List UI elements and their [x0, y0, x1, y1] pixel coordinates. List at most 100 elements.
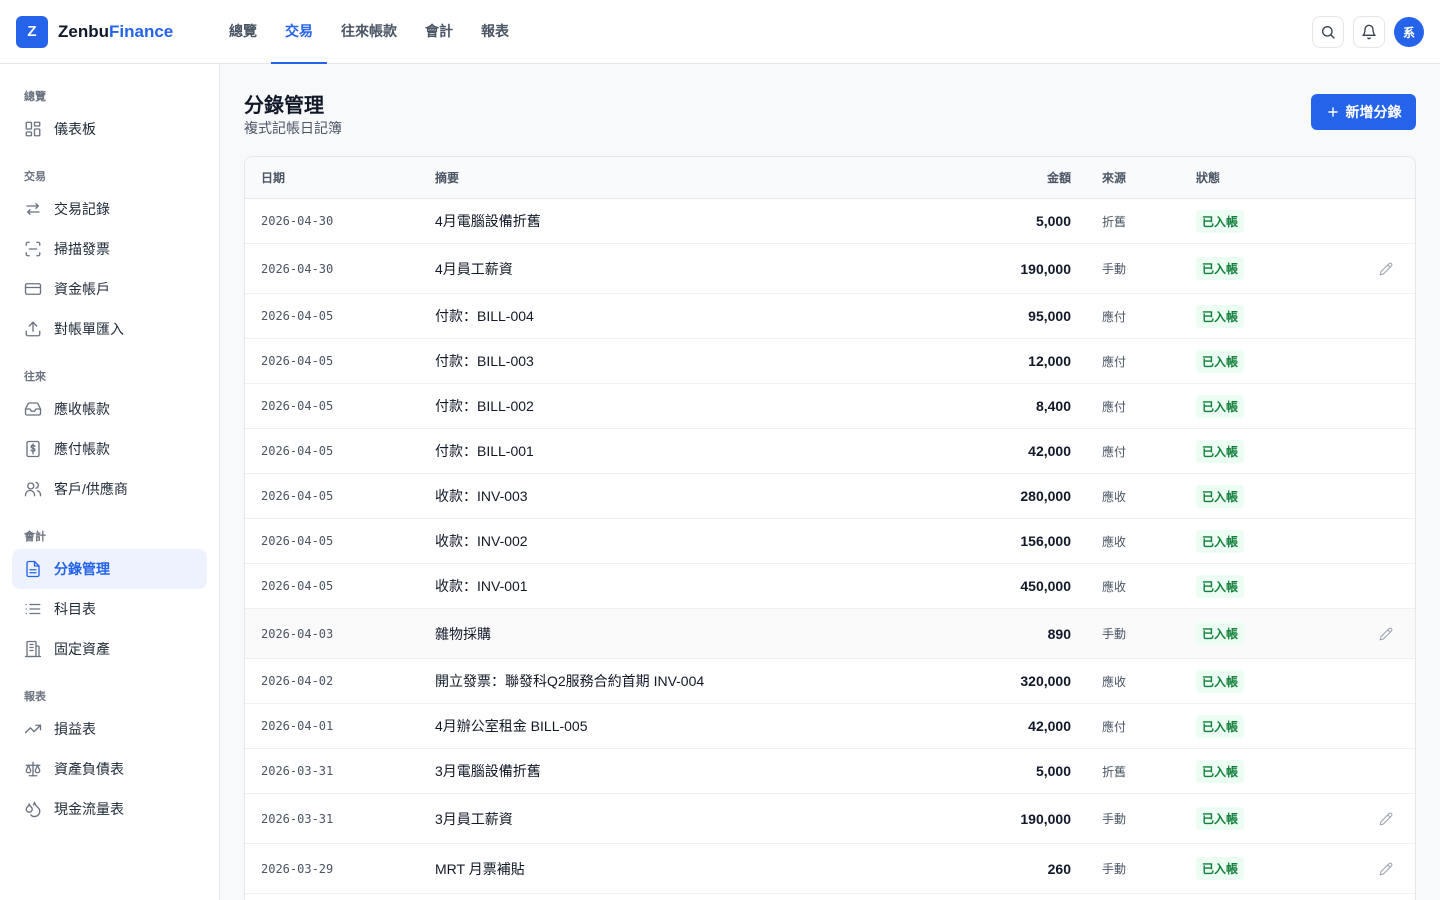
sidebar-item-3-1[interactable]: 科目表 [12, 589, 207, 629]
sidebar-item-label: 資產負債表 [54, 761, 124, 777]
sidebar-item-1-3[interactable]: 對帳單匯入 [12, 309, 207, 349]
header-status[interactable]: 狀態 [1196, 157, 1220, 199]
cell-status: 已入帳 [1196, 519, 1245, 563]
cell-date: 2026-04-02 [261, 674, 334, 688]
building-icon [24, 640, 42, 658]
user-avatar[interactable]: 系 [1394, 17, 1424, 47]
cell-amount: 5,000 [1035, 213, 1071, 229]
top-nav-item-3[interactable]: 會計 [411, 0, 467, 64]
header-description[interactable]: 摘要 [435, 157, 459, 199]
cell-description: 付款：BILL-004 [435, 308, 534, 324]
edit-button[interactable] [1379, 844, 1393, 893]
top-nav: 總覽 交易 往來帳款 會計 報表 [215, 0, 523, 64]
bell-icon [1362, 24, 1376, 40]
sidebar-item-2-1[interactable]: 應付帳款 [12, 429, 207, 469]
cell-date: 2026-04-05 [261, 399, 334, 413]
search-button[interactable] [1312, 16, 1344, 48]
plus-icon [1327, 107, 1338, 117]
cell-status: 已入帳 [1196, 244, 1245, 293]
sidebar-item-4-2[interactable]: 現金流量表 [12, 789, 207, 829]
table-row[interactable]: 2026-04-05 付款：BILL-004 95,000 應付 已入帳 [245, 294, 1415, 339]
sidebar-item-icon [24, 440, 42, 458]
sidebar-item-3-0[interactable]: 分錄管理 [12, 549, 207, 589]
table-header: 日期 摘要 金額 來源 狀態 [245, 157, 1415, 199]
cell-source: 應付 [1102, 719, 1127, 734]
sidebar-item-label: 應收帳款 [54, 401, 110, 417]
top-nav-item-4[interactable]: 報表 [467, 0, 523, 64]
cell-description: 4月員工薪資 [435, 260, 513, 277]
cell-amount: 320,000 [1020, 673, 1071, 689]
header-date[interactable]: 日期 [261, 157, 285, 199]
sidebar-item-1-2[interactable]: 資金帳戶 [12, 269, 207, 309]
sidebar-item-label: 分錄管理 [54, 561, 110, 577]
logo-icon: Z [16, 15, 48, 48]
edit-button[interactable] [1379, 794, 1393, 843]
sidebar-item-3-2[interactable]: 固定資產 [12, 629, 207, 669]
sidebar-item-2-0[interactable]: 應收帳款 [12, 389, 207, 429]
sidebar-item-icon [24, 240, 42, 258]
table-row[interactable]: 2026-04-03 雜物採購 890 手動 已入帳 [245, 609, 1415, 659]
sidebar-item-icon [24, 320, 42, 338]
sidebar-item-icon [24, 120, 42, 138]
sidebar-item-4-1[interactable]: 資產負債表 [12, 749, 207, 789]
sidebar-section-title: 總覽 [24, 91, 46, 103]
table-row[interactable]: 2026-04-05 收款：INV-002 156,000 應收 已入帳 [245, 519, 1415, 564]
sidebar-item-4-0[interactable]: 損益表 [12, 709, 207, 749]
inbox-icon [24, 402, 42, 416]
table-row[interactable]: 2026-04-30 4月員工薪資 190,000 手動 已入帳 [245, 244, 1415, 294]
add-entry-button[interactable]: 新增分錄 [1311, 94, 1416, 130]
dashboard-icon [25, 121, 41, 137]
cell-amount: 190,000 [1020, 810, 1071, 827]
table-row[interactable]: 2026-04-05 收款：INV-003 280,000 應收 已入帳 [245, 474, 1415, 519]
cell-amount: 450,000 [1020, 578, 1071, 594]
table-row[interactable]: 2026-04-05 收款：INV-001 450,000 應收 已入帳 [245, 564, 1415, 609]
sidebar-item-label: 資金帳戶 [54, 281, 110, 297]
table-row[interactable]: 2026-04-02 開立發票：聯發科Q2服務合約首期 INV-004 320,00… [245, 659, 1415, 704]
sidebar-item-label: 儀表板 [54, 121, 96, 137]
sidebar-item-icon [24, 200, 42, 218]
edit-button[interactable] [1379, 609, 1393, 658]
cell-amount: 42,000 [1028, 443, 1071, 459]
table-row[interactable]: 2026-03-29 MRT 月票補貼 260 手動 已入帳 [245, 844, 1415, 894]
brand-name: ZenbuFinance [58, 22, 173, 42]
notifications-button[interactable] [1353, 16, 1385, 48]
sidebar-item-1-0[interactable]: 交易記錄 [12, 189, 207, 229]
status-badge: 已入帳 [1196, 209, 1245, 233]
top-nav-item-1[interactable]: 交易 [271, 0, 327, 64]
cell-status: 已入帳 [1196, 294, 1245, 338]
sidebar-item-icon [24, 640, 42, 658]
table-row[interactable]: 2026-04-05 付款：BILL-002 8,400 應付 已入帳 [245, 384, 1415, 429]
sidebar-item-icon [24, 480, 42, 498]
cell-source: 應收 [1102, 489, 1127, 504]
cell-description: 開立發票：聯發科Q2服務合約首期 INV-004 [435, 673, 705, 689]
sidebar-item-2-2[interactable]: 客戶/供應商 [12, 469, 207, 509]
cell-source: 應付 [1102, 309, 1127, 324]
sidebar-item-label: 科目表 [54, 601, 96, 617]
table-row[interactable]: 2026-04-30 4月電腦設備折舊 5,000 折舊 已入帳 [245, 199, 1415, 244]
table-row[interactable]: 2026-04-01 4月辦公室租金 BILL-005 42,000 應付 已入帳 [245, 704, 1415, 749]
top-nav-item-0[interactable]: 總覽 [215, 0, 271, 64]
table-row[interactable]: 2026-04-05 付款：BILL-001 42,000 應付 已入帳 [245, 429, 1415, 474]
top-nav-item-2[interactable]: 往來帳款 [327, 0, 411, 64]
status-badge: 已入帳 [1196, 349, 1245, 373]
header-amount[interactable]: 金額 [1047, 157, 1071, 199]
sidebar-item-1-1[interactable]: 掃描發票 [12, 229, 207, 269]
edit-button[interactable] [1379, 244, 1393, 293]
cell-description: 收款：INV-001 [435, 578, 528, 594]
cell-status: 已入帳 [1196, 199, 1245, 243]
sidebar-section-title: 報表 [24, 691, 46, 703]
cell-date: 2026-03-31 [261, 764, 334, 778]
table-row[interactable]: 2026-03-31 3月電腦設備折舊 5,000 折舊 已入帳 [245, 749, 1415, 794]
status-badge: 已入帳 [1196, 304, 1245, 328]
brand[interactable]: Z ZenbuFinance [0, 15, 200, 48]
table-row[interactable]: 2026-04-05 付款：BILL-003 12,000 應付 已入帳 [245, 339, 1415, 384]
sidebar-item-0-0[interactable]: 儀表板 [12, 109, 207, 149]
cell-date: 2026-04-05 [261, 579, 334, 593]
table-row[interactable]: 2026-03-31 3月員工薪資 190,000 手動 已入帳 [245, 794, 1415, 844]
add-entry-label: 新增分錄 [1345, 104, 1402, 120]
header-source[interactable]: 來源 [1102, 157, 1126, 199]
users-icon [24, 481, 42, 497]
cell-date: 2026-04-30 [261, 261, 334, 276]
sidebar-item-label: 固定資產 [54, 641, 110, 657]
